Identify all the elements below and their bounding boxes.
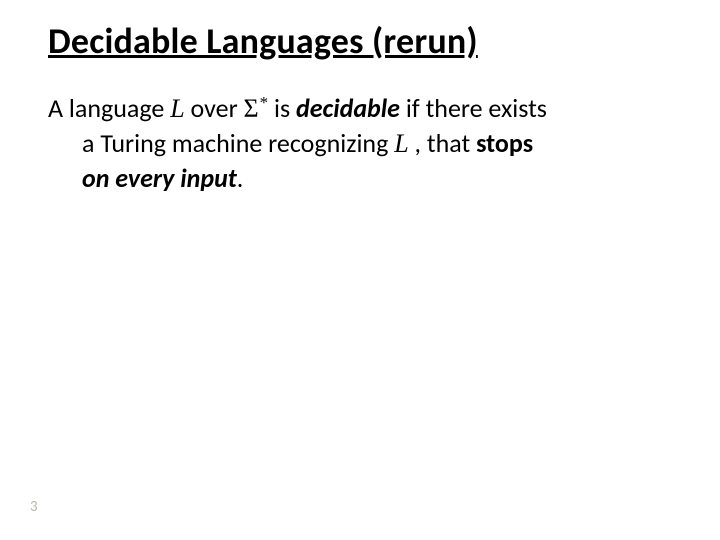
text-fragment: , that — [409, 127, 476, 159]
text-fragment: if there exists — [400, 92, 547, 124]
body-line-2: a Turing machine recognizing L , that st… — [48, 126, 672, 161]
emph-decidable: decidable — [296, 92, 400, 124]
text-fragment: over — [185, 92, 244, 124]
text-fragment: is — [268, 92, 296, 124]
kleene-star: * — [260, 93, 268, 112]
body-line-1: A language L over Σ* is decidable if the… — [48, 91, 672, 126]
math-L: L — [394, 129, 408, 158]
page-number: 3 — [30, 498, 38, 516]
slide-title: Decidable Languages (rerun) — [48, 20, 672, 63]
emph-stops: stops — [476, 127, 533, 159]
body-line-3: on every input. — [48, 161, 672, 196]
slide: Decidable Languages (rerun) A language L… — [0, 0, 720, 540]
emph-on-every-input: on every input — [82, 162, 237, 194]
math-sigma-star: Σ* — [244, 91, 269, 126]
text-fragment: a Turing machine recognizing — [82, 127, 394, 159]
text-fragment: A language — [48, 92, 170, 124]
text-fragment: . — [237, 162, 244, 194]
sigma-icon: Σ — [244, 94, 259, 123]
slide-body: A language L over Σ* is decidable if the… — [48, 91, 672, 196]
math-L: L — [170, 94, 184, 123]
